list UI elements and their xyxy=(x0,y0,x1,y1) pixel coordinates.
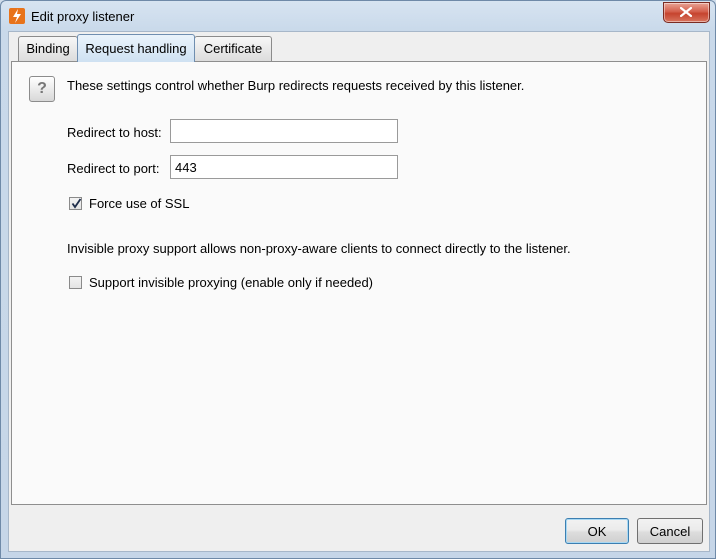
redirect-port-input[interactable] xyxy=(170,155,398,179)
question-mark-icon[interactable]: ? xyxy=(29,76,55,102)
close-icon xyxy=(680,7,692,17)
intro-text: These settings control whether Burp redi… xyxy=(67,78,525,93)
force-ssl-label[interactable]: Force use of SSL xyxy=(89,196,189,211)
tab-certificate[interactable]: Certificate xyxy=(194,36,272,61)
invisible-proxy-label[interactable]: Support invisible proxying (enable only … xyxy=(89,275,373,290)
redirect-host-input[interactable] xyxy=(170,119,398,143)
checkmark-icon xyxy=(71,198,82,209)
tab-request-handling[interactable]: Request handling xyxy=(77,34,195,62)
window-title: Edit proxy listener xyxy=(31,9,135,24)
ok-button[interactable]: OK xyxy=(565,518,629,544)
burp-lightning-icon xyxy=(9,8,25,24)
force-ssl-checkbox[interactable] xyxy=(69,197,82,210)
redirect-port-label: Redirect to port: xyxy=(67,161,160,176)
request-handling-panel: ? These settings control whether Burp re… xyxy=(11,61,707,505)
title-bar[interactable]: Edit proxy listener xyxy=(1,1,715,31)
dialog-window: Edit proxy listener Binding Request hand… xyxy=(0,0,716,559)
invisible-proxy-checkbox[interactable] xyxy=(69,276,82,289)
redirect-host-label: Redirect to host: xyxy=(67,125,162,140)
dialog-body: Binding Request handling Certificate ? T… xyxy=(8,31,710,552)
cancel-button[interactable]: Cancel xyxy=(637,518,703,544)
invisible-proxy-info: Invisible proxy support allows non-proxy… xyxy=(67,241,571,256)
close-button[interactable] xyxy=(663,2,710,23)
tab-binding[interactable]: Binding xyxy=(18,36,78,61)
